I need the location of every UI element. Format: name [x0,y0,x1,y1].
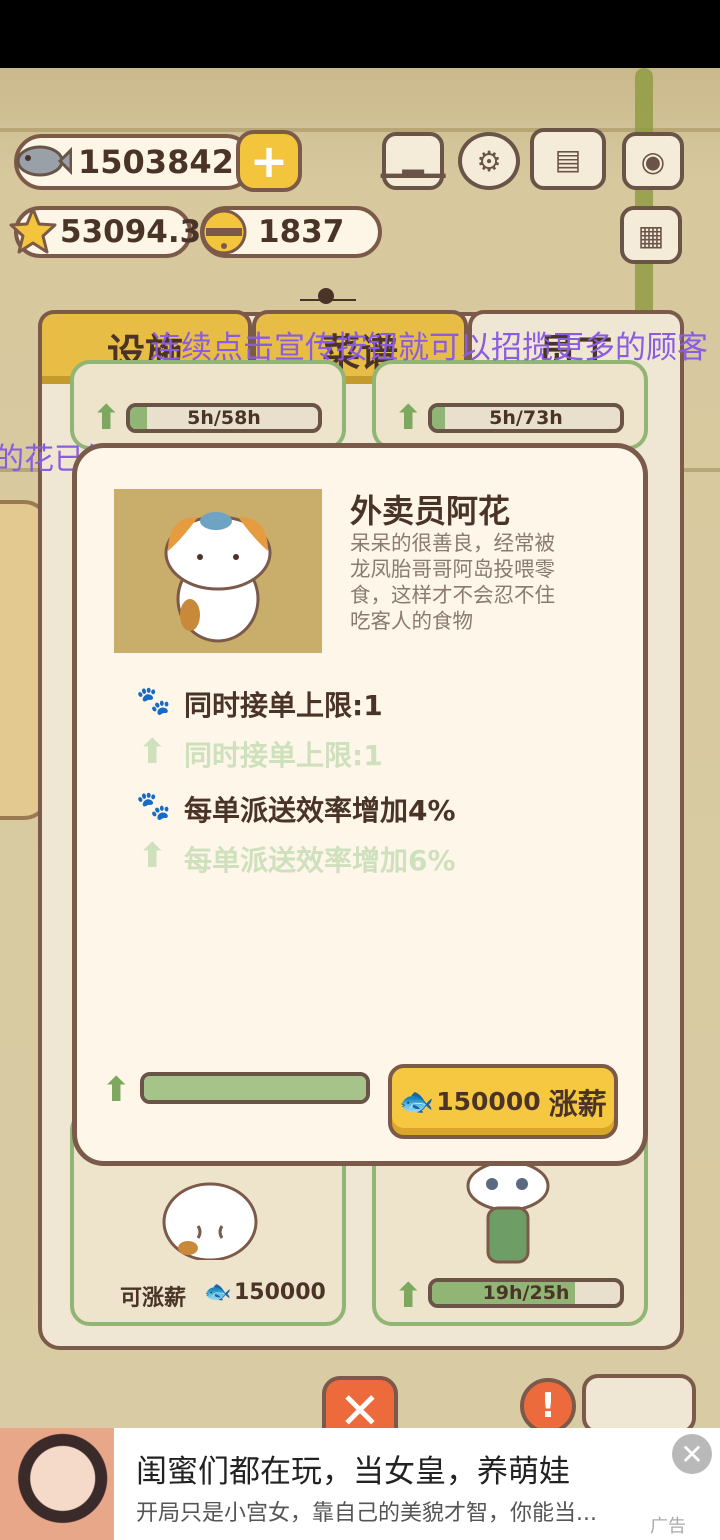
star-icon [8,206,58,256]
id-card-icon: ▦ [637,218,665,252]
book-icon: ▤ [554,142,582,176]
upgrade-progress-bar [140,1072,370,1104]
hook-decoration [300,286,356,308]
paw-icon: 🐾 [136,789,171,822]
add-fish-button[interactable]: + [236,130,302,192]
alert-icon[interactable]: ! [520,1378,576,1434]
ad-close-button[interactable]: ✕ [672,1434,712,1474]
raise-label: 涨薪 [548,1086,607,1121]
arrow-up-icon: ⬆ [138,836,167,876]
cat-staff-image [150,1160,270,1262]
fish-icon [14,138,73,184]
arrow-up-icon: ⬆ [394,398,423,438]
ranking-button[interactable]: ▁▂▁ [380,132,446,190]
raise-cost: 150000 [234,1280,326,1305]
handbook-button[interactable]: ▤ [530,128,606,190]
arrow-up-icon: ⬆ [138,732,167,772]
fish-icon: 🐟 [204,1280,232,1305]
settings-button[interactable]: ⚙ [458,132,520,190]
stat-next: 每单派送效率增加6% [184,844,456,877]
close-icon: ✕ [680,1437,704,1471]
inventory-button[interactable] [582,1374,696,1434]
stat-next: 同时接单上限:1 [184,739,383,772]
arrow-up-icon: ⬆ [394,1276,423,1316]
profile-card-button[interactable]: ▦ [620,206,682,264]
bell-icon [198,204,250,258]
arrow-up-icon: ⬆ [92,398,121,438]
staff-portrait [114,489,322,653]
staff-progress-bar: 5h/58h [126,403,322,433]
cat-staff-image [460,1160,560,1270]
staff-timer: 5h/73h [489,407,563,429]
bell-count: 1837 [258,214,345,250]
staff-progress-bar: 19h/25h [428,1278,624,1308]
staff-timer: 19h/25h [482,1282,570,1304]
stat-current: 每单派送效率增加4% [184,794,456,827]
staff-progress-bar: 5h/73h [428,403,624,433]
staff-description: 呆呆的很善良，经常被龙凤胎哥哥阿岛投喂零食，这样才不会忍不住吃客人的食物 [350,531,555,633]
camera-button[interactable]: ◉ [622,132,684,190]
star-count: 53094.3 [60,214,202,250]
staff-timer: 5h/58h [187,407,261,429]
raise-cost: 150000 [436,1087,541,1116]
hint-tip: 连续点击宣传按钮就可以招揽更多的顾客 [150,330,708,366]
fish-count: 1503842 [78,143,234,181]
staff-name: 外卖员阿花 [350,492,511,530]
ad-title: 闺蜜们都在玩，当女皇，养萌娃 [136,1454,570,1490]
plus-icon: + [249,134,289,188]
podium-icon: ▁▂▁ [380,144,446,178]
raise-available-label: 可涨薪 [120,1286,187,1311]
arrow-up-icon: ⬆ [102,1070,131,1110]
raise-salary-button[interactable]: 🐟 150000 涨薪 [388,1064,618,1139]
wall-divider [0,128,720,132]
ad-tag: 广告 [650,1516,686,1537]
stat-current: 同时接单上限:1 [184,689,383,722]
paw-icon: 🐾 [136,684,171,717]
fish-icon: 🐟 [399,1085,435,1118]
gear-icon: ⚙ [476,144,502,178]
camera-icon: ◉ [640,144,666,178]
ad-subtitle: 开局只是小宫女，靠自己的美貌才智，你能当... [136,1501,597,1526]
ad-avatar [0,1428,114,1540]
status-bar [0,0,720,68]
